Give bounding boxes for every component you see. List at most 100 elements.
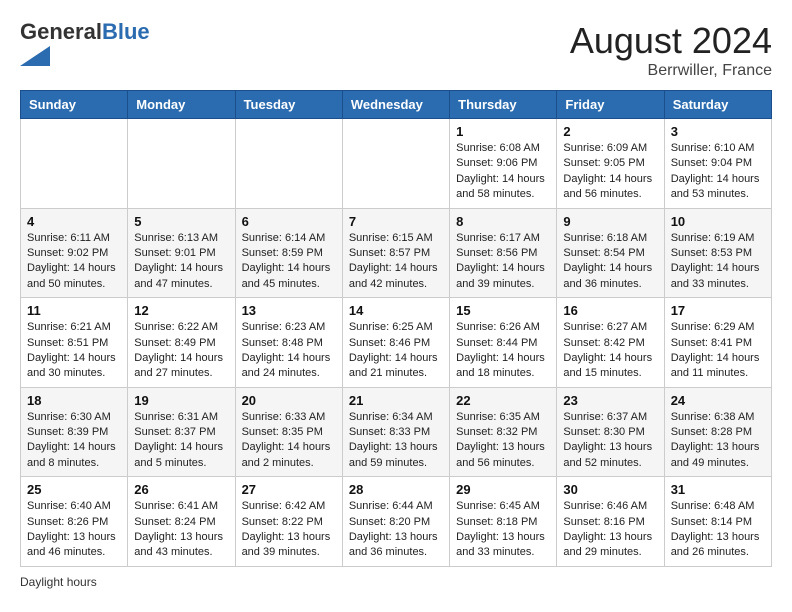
calendar-week-2: 4Sunrise: 6:11 AMSunset: 9:02 PMDaylight… bbox=[21, 208, 772, 298]
calendar-cell: 31Sunrise: 6:48 AMSunset: 8:14 PMDayligh… bbox=[664, 477, 771, 567]
calendar-cell: 10 Sunrise: 6:19 AMSunset: 8:53 PMDayligh… bbox=[664, 208, 771, 298]
calendar-table: SundayMondayTuesdayWednesdayThursdayFrid… bbox=[20, 90, 772, 567]
logo: GeneralBlue bbox=[20, 20, 150, 66]
day-info: Sunrise: 6:48 AMSunset: 8:14 PMDaylight:… bbox=[671, 499, 765, 561]
day-header-saturday: Saturday bbox=[664, 91, 771, 119]
calendar-cell: 1Sunrise: 6:08 AMSunset: 9:06 PMDaylight… bbox=[450, 119, 557, 209]
day-info: Sunrise: 6:26 AMSunset: 8:44 PMDaylight:… bbox=[456, 320, 550, 382]
calendar-cell: 12Sunrise: 6:22 AMSunset: 8:49 PMDayligh… bbox=[128, 298, 235, 388]
day-info: Sunrise: 6:13 AMSunset: 9:01 PMDaylight:… bbox=[134, 231, 228, 293]
day-header-sunday: Sunday bbox=[21, 91, 128, 119]
day-number: 10 bbox=[671, 214, 765, 229]
calendar-cell: 2 Sunrise: 6:09 AMSunset: 9:05 PMDaylight… bbox=[557, 119, 664, 209]
day-number: 29 bbox=[456, 482, 550, 497]
day-info: Sunrise: 6:10 AMSunset: 9:04 PMDaylight:… bbox=[671, 141, 765, 203]
calendar-cell: 24 Sunrise: 6:38 AMSunset: 8:28 PMDayligh… bbox=[664, 387, 771, 477]
page-header: GeneralBlue August 2024 Berrwiller, Fran… bbox=[20, 20, 772, 80]
day-info: Sunrise: 6:21 AMSunset: 8:51 PMDaylight:… bbox=[27, 320, 121, 382]
calendar-week-4: 18 Sunrise: 6:30 AMSunset: 8:39 PMDayligh… bbox=[21, 387, 772, 477]
day-number: 14 bbox=[349, 303, 443, 318]
day-info: Sunrise: 6:31 AMSunset: 8:37 PMDaylight:… bbox=[134, 410, 228, 472]
day-number: 19 bbox=[134, 393, 228, 408]
day-header-wednesday: Wednesday bbox=[342, 91, 449, 119]
calendar-cell: 28 Sunrise: 6:44 AMSunset: 8:20 PMDayligh… bbox=[342, 477, 449, 567]
calendar-cell: 15 Sunrise: 6:26 AMSunset: 8:44 PMDayligh… bbox=[450, 298, 557, 388]
day-number: 24 bbox=[671, 393, 765, 408]
day-number: 8 bbox=[456, 214, 550, 229]
day-info: Sunrise: 6:14 AMSunset: 8:59 PMDaylight:… bbox=[242, 231, 336, 293]
day-info: Sunrise: 6:30 AMSunset: 8:39 PMDaylight:… bbox=[27, 410, 121, 472]
day-info: Sunrise: 6:17 AMSunset: 8:56 PMDaylight:… bbox=[456, 231, 550, 293]
calendar-cell bbox=[235, 119, 342, 209]
day-number: 16 bbox=[563, 303, 657, 318]
day-info: Sunrise: 6:45 AMSunset: 8:18 PMDaylight:… bbox=[456, 499, 550, 561]
day-number: 2 bbox=[563, 124, 657, 139]
title-block: August 2024 Berrwiller, France bbox=[570, 20, 772, 80]
calendar-cell: 29 Sunrise: 6:45 AMSunset: 8:18 PMDayligh… bbox=[450, 477, 557, 567]
day-info: Sunrise: 6:19 AMSunset: 8:53 PMDaylight:… bbox=[671, 231, 765, 293]
day-info: Sunrise: 6:15 AMSunset: 8:57 PMDaylight:… bbox=[349, 231, 443, 293]
calendar-cell: 14 Sunrise: 6:25 AMSunset: 8:46 PMDayligh… bbox=[342, 298, 449, 388]
day-info: Sunrise: 6:23 AMSunset: 8:48 PMDaylight:… bbox=[242, 320, 336, 382]
calendar-cell: 30Sunrise: 6:46 AMSunset: 8:16 PMDayligh… bbox=[557, 477, 664, 567]
day-header-thursday: Thursday bbox=[450, 91, 557, 119]
calendar-cell: 11 Sunrise: 6:21 AMSunset: 8:51 PMDayligh… bbox=[21, 298, 128, 388]
day-number: 26 bbox=[134, 482, 228, 497]
day-number: 11 bbox=[27, 303, 121, 318]
calendar-cell: 16 Sunrise: 6:27 AMSunset: 8:42 PMDayligh… bbox=[557, 298, 664, 388]
day-header-tuesday: Tuesday bbox=[235, 91, 342, 119]
calendar-cell: 4Sunrise: 6:11 AMSunset: 9:02 PMDaylight… bbox=[21, 208, 128, 298]
day-number: 23 bbox=[563, 393, 657, 408]
calendar-week-3: 11 Sunrise: 6:21 AMSunset: 8:51 PMDayligh… bbox=[21, 298, 772, 388]
day-number: 3 bbox=[671, 124, 765, 139]
calendar-cell: 18 Sunrise: 6:30 AMSunset: 8:39 PMDayligh… bbox=[21, 387, 128, 477]
day-number: 28 bbox=[349, 482, 443, 497]
day-info: Sunrise: 6:25 AMSunset: 8:46 PMDaylight:… bbox=[349, 320, 443, 382]
day-number: 18 bbox=[27, 393, 121, 408]
day-header-monday: Monday bbox=[128, 91, 235, 119]
calendar-cell bbox=[21, 119, 128, 209]
calendar-week-1: 1Sunrise: 6:08 AMSunset: 9:06 PMDaylight… bbox=[21, 119, 772, 209]
calendar-cell: 25Sunrise: 6:40 AMSunset: 8:26 PMDayligh… bbox=[21, 477, 128, 567]
calendar-cell: 13 Sunrise: 6:23 AMSunset: 8:48 PMDayligh… bbox=[235, 298, 342, 388]
day-number: 13 bbox=[242, 303, 336, 318]
day-info: Sunrise: 6:46 AMSunset: 8:16 PMDaylight:… bbox=[563, 499, 657, 561]
day-number: 7 bbox=[349, 214, 443, 229]
day-number: 9 bbox=[563, 214, 657, 229]
day-info: Sunrise: 6:38 AMSunset: 8:28 PMDaylight:… bbox=[671, 410, 765, 472]
calendar-cell: 8 Sunrise: 6:17 AMSunset: 8:56 PMDaylight… bbox=[450, 208, 557, 298]
day-info: Sunrise: 6:40 AMSunset: 8:26 PMDaylight:… bbox=[27, 499, 121, 561]
day-info: Sunrise: 6:09 AMSunset: 9:05 PMDaylight:… bbox=[563, 141, 657, 203]
logo-text: GeneralBlue bbox=[20, 20, 150, 44]
location: Berrwiller, France bbox=[570, 62, 772, 80]
calendar-cell: 5Sunrise: 6:13 AMSunset: 9:01 PMDaylight… bbox=[128, 208, 235, 298]
calendar-week-5: 25Sunrise: 6:40 AMSunset: 8:26 PMDayligh… bbox=[21, 477, 772, 567]
day-number: 15 bbox=[456, 303, 550, 318]
day-number: 27 bbox=[242, 482, 336, 497]
calendar-cell: 22Sunrise: 6:35 AMSunset: 8:32 PMDayligh… bbox=[450, 387, 557, 477]
calendar-cell: 26 Sunrise: 6:41 AMSunset: 8:24 PMDayligh… bbox=[128, 477, 235, 567]
day-number: 12 bbox=[134, 303, 228, 318]
logo-blue: Blue bbox=[102, 19, 150, 44]
calendar-cell bbox=[128, 119, 235, 209]
day-info: Sunrise: 6:42 AMSunset: 8:22 PMDaylight:… bbox=[242, 499, 336, 561]
day-number: 22 bbox=[456, 393, 550, 408]
day-number: 1 bbox=[456, 124, 550, 139]
calendar-cell: 7 Sunrise: 6:15 AMSunset: 8:57 PMDaylight… bbox=[342, 208, 449, 298]
day-number: 6 bbox=[242, 214, 336, 229]
day-info: Sunrise: 6:41 AMSunset: 8:24 PMDaylight:… bbox=[134, 499, 228, 561]
calendar-cell: 6 Sunrise: 6:14 AMSunset: 8:59 PMDaylight… bbox=[235, 208, 342, 298]
calendar-cell: 21Sunrise: 6:34 AMSunset: 8:33 PMDayligh… bbox=[342, 387, 449, 477]
calendar-cell: 3 Sunrise: 6:10 AMSunset: 9:04 PMDaylight… bbox=[664, 119, 771, 209]
logo-icon bbox=[20, 46, 50, 66]
calendar-cell: 17 Sunrise: 6:29 AMSunset: 8:41 PMDayligh… bbox=[664, 298, 771, 388]
day-info: Sunrise: 6:37 AMSunset: 8:30 PMDaylight:… bbox=[563, 410, 657, 472]
day-info: Sunrise: 6:29 AMSunset: 8:41 PMDaylight:… bbox=[671, 320, 765, 382]
day-info: Sunrise: 6:44 AMSunset: 8:20 PMDaylight:… bbox=[349, 499, 443, 561]
day-number: 21 bbox=[349, 393, 443, 408]
calendar-cell: 9Sunrise: 6:18 AMSunset: 8:54 PMDaylight… bbox=[557, 208, 664, 298]
month-year: August 2024 bbox=[570, 20, 772, 62]
calendar-cell: 23 Sunrise: 6:37 AMSunset: 8:30 PMDayligh… bbox=[557, 387, 664, 477]
day-number: 17 bbox=[671, 303, 765, 318]
day-info: Sunrise: 6:27 AMSunset: 8:42 PMDaylight:… bbox=[563, 320, 657, 382]
